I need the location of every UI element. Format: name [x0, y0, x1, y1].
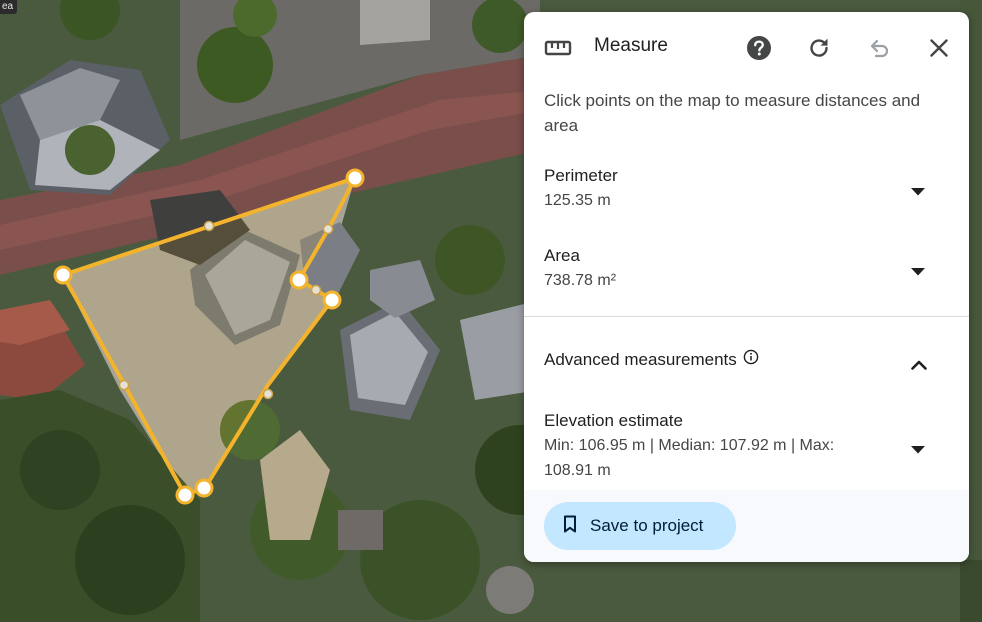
vertex-handle[interactable] — [175, 485, 195, 505]
elevation-expand-icon[interactable] — [911, 441, 925, 454]
area-label: Area — [544, 246, 580, 265]
area-section: Area 738.78 m² — [544, 243, 949, 293]
panel-footer: Save to project — [524, 490, 969, 562]
info-icon[interactable] — [743, 349, 759, 370]
midpoint-handle[interactable] — [322, 223, 334, 235]
refresh-icon[interactable] — [805, 34, 833, 62]
elevation-value: Min: 106.95 m | Median: 107.92 m | Max: … — [544, 437, 835, 479]
save-to-project-label: Save to project — [590, 516, 704, 535]
midpoint-handle[interactable] — [262, 388, 274, 400]
perimeter-section: Perimeter 125.35 m — [544, 163, 949, 213]
vertex-handle[interactable] — [322, 290, 342, 310]
elevation-label: Elevation estimate — [544, 411, 683, 430]
close-icon[interactable] — [925, 34, 953, 62]
help-icon[interactable] — [745, 34, 773, 62]
vertex-handle[interactable] — [53, 265, 73, 285]
midpoint-handle[interactable] — [203, 220, 215, 232]
perimeter-value: 125.35 m — [544, 192, 611, 209]
vertex-handle[interactable] — [345, 168, 365, 188]
panel-title: Measure — [594, 35, 668, 56]
area-expand-icon[interactable] — [911, 263, 925, 276]
perimeter-expand-icon[interactable] — [911, 183, 925, 196]
section-divider — [524, 316, 969, 317]
ruler-icon — [544, 34, 572, 62]
perimeter-label: Perimeter — [544, 166, 618, 185]
area-value: 738.78 m² — [544, 272, 617, 289]
undo-icon[interactable] — [865, 34, 893, 62]
advanced-measurements-header[interactable]: Advanced measurements — [544, 349, 759, 370]
panel-header: Measure — [524, 12, 969, 82]
midpoint-handle[interactable] — [118, 379, 130, 391]
elevation-section: Elevation estimate Min: 106.95 m | Media… — [544, 408, 884, 483]
measure-panel: Measure Click points on the map to measu… — [524, 12, 969, 562]
instructions-text: Click points on the map to measure dista… — [544, 91, 921, 135]
save-to-project-button[interactable]: Save to project — [544, 502, 736, 550]
advanced-measurements-label: Advanced measurements — [544, 349, 737, 369]
vertex-handle[interactable] — [289, 270, 309, 290]
advanced-collapse-icon[interactable] — [911, 357, 927, 370]
midpoint-handle[interactable] — [310, 284, 322, 296]
map-corner-label: ea — [0, 0, 18, 14]
vertex-handle[interactable] — [194, 478, 214, 498]
bookmark-icon — [563, 515, 577, 538]
